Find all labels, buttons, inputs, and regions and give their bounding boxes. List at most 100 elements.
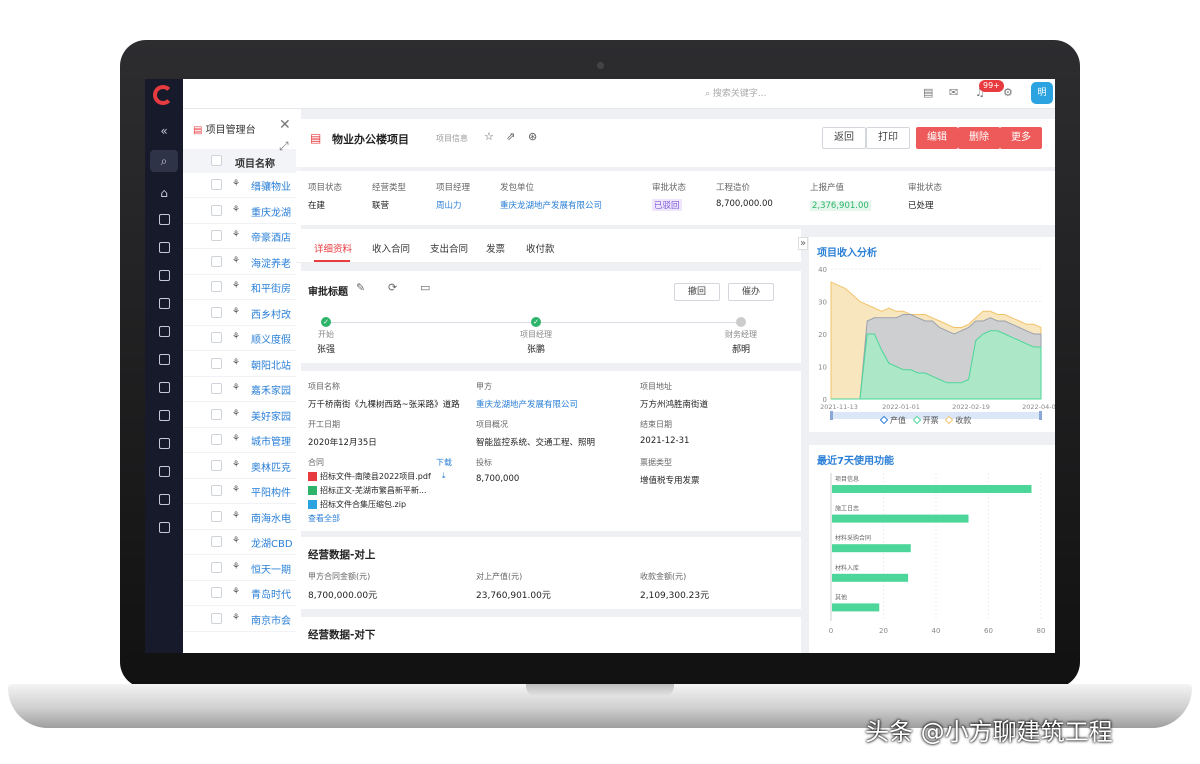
- row-checkbox[interactable]: [211, 408, 222, 420]
- download-icon[interactable]: ⤓: [442, 471, 446, 481]
- table-row[interactable]: ⚘ 南京市会: [183, 607, 301, 632]
- row-checkbox[interactable]: [211, 332, 222, 343]
- table-row[interactable]: ⚘ 顺义度假: [183, 326, 301, 351]
- withdraw-button[interactable]: 撤回: [674, 283, 720, 301]
- file-item[interactable]: 招标文件-南陵县2022项目.pdf: [308, 471, 431, 482]
- table-row[interactable]: ⚘ 美好家园: [183, 403, 301, 428]
- project-name-link[interactable]: 重庆龙湖: [251, 204, 291, 219]
- module-icon[interactable]: [155, 437, 173, 453]
- table-row[interactable]: ⚘ 恒天一期: [183, 556, 301, 581]
- star-icon[interactable]: ☆: [484, 130, 494, 143]
- search-input[interactable]: ⌕ 搜索关键字...: [705, 86, 767, 99]
- module-icon[interactable]: [155, 297, 173, 313]
- collapse-icon[interactable]: «: [155, 123, 173, 139]
- download-link[interactable]: 下载: [436, 457, 452, 468]
- project-name-link[interactable]: 帝豪酒店: [251, 229, 291, 244]
- table-row[interactable]: ⚘ 朝阳北站: [183, 352, 301, 377]
- module-icon[interactable]: [155, 325, 173, 341]
- project-name-link[interactable]: 平阳构件: [251, 484, 291, 499]
- module-icon[interactable]: [155, 465, 173, 481]
- row-checkbox[interactable]: [211, 612, 222, 624]
- edit-icon[interactable]: ✎: [356, 281, 365, 294]
- module-icon[interactable]: [155, 409, 173, 425]
- row-checkbox[interactable]: [211, 459, 222, 471]
- table-row[interactable]: ⚘ 南海水电: [183, 505, 301, 530]
- module-icon[interactable]: [155, 241, 173, 257]
- project-name-link[interactable]: 奥林匹克: [251, 459, 291, 474]
- project-name-link[interactable]: 海淀养老: [251, 255, 291, 270]
- table-row[interactable]: ⚘ 西乡村改: [183, 301, 301, 326]
- expand-icon[interactable]: ⤢: [279, 139, 289, 154]
- table-row[interactable]: ⚘ 平阳构件: [183, 479, 301, 504]
- home-icon[interactable]: ⌂: [155, 185, 173, 201]
- select-all-checkbox[interactable]: [211, 155, 222, 166]
- module-icon[interactable]: [155, 353, 173, 369]
- tab-invoice[interactable]: 发票: [486, 241, 505, 255]
- flow-icon[interactable]: ⟳: [388, 281, 397, 294]
- module-icon[interactable]: [155, 381, 173, 397]
- table-row[interactable]: ⚘ 帝豪酒店: [183, 224, 301, 249]
- share-icon[interactable]: ⇗: [506, 130, 515, 143]
- row-checkbox[interactable]: [211, 485, 222, 496]
- tab-income-contract[interactable]: 收入合同: [372, 241, 410, 255]
- row-checkbox[interactable]: [211, 383, 222, 394]
- field-value[interactable]: 重庆龙湖地产发展有限公司: [476, 398, 578, 410]
- project-name-link[interactable]: 美好家园: [251, 408, 291, 423]
- row-checkbox[interactable]: [211, 281, 222, 292]
- table-row[interactable]: ⚘ 重庆龙湖: [183, 199, 301, 224]
- file-item[interactable]: 招标正文-芜湖市繁昌新平新...: [308, 485, 431, 496]
- row-checkbox[interactable]: [211, 204, 222, 216]
- settings-icon[interactable]: ⊛: [528, 130, 537, 143]
- module-icon[interactable]: [155, 269, 173, 285]
- row-checkbox[interactable]: [211, 179, 222, 190]
- row-checkbox[interactable]: [211, 306, 222, 318]
- tab-payments[interactable]: 收付款: [526, 241, 555, 255]
- row-checkbox[interactable]: [211, 357, 222, 369]
- project-name-link[interactable]: 恒天一期: [251, 561, 291, 576]
- edit-button[interactable]: 编辑: [916, 127, 958, 149]
- comment-icon[interactable]: ▭: [420, 281, 430, 294]
- module-icon[interactable]: [155, 521, 173, 537]
- tab-expense-contract[interactable]: 支出合同: [430, 241, 468, 255]
- project-name-link[interactable]: 缙骧物业: [251, 178, 291, 193]
- table-row[interactable]: ⚘ 缙骧物业: [183, 173, 301, 198]
- row-checkbox[interactable]: [211, 255, 222, 267]
- row-checkbox[interactable]: [211, 510, 222, 522]
- project-name-link[interactable]: 龙湖CBD: [251, 535, 293, 550]
- module-icon[interactable]: [155, 213, 173, 229]
- more-button[interactable]: 更多: [1000, 127, 1042, 149]
- project-name-link[interactable]: 和平街房: [251, 280, 291, 295]
- project-name-link[interactable]: 青岛时代: [251, 586, 291, 601]
- project-name-link[interactable]: 顺义度假: [251, 331, 291, 346]
- print-button[interactable]: 打印: [866, 127, 910, 149]
- table-row[interactable]: ⚘ 城市管理: [183, 428, 301, 453]
- row-checkbox[interactable]: [211, 561, 222, 573]
- gear-icon[interactable]: ⚙: [1003, 86, 1013, 99]
- table-row[interactable]: ⚘ 嘉禾家园: [183, 377, 301, 402]
- project-name-link[interactable]: 南京市会: [251, 612, 291, 627]
- table-row[interactable]: ⚘ 青岛时代: [183, 581, 301, 606]
- project-name-link[interactable]: 南海水电: [251, 510, 291, 525]
- row-checkbox[interactable]: [211, 587, 222, 598]
- search-icon[interactable]: ⌕: [155, 153, 173, 169]
- row-checkbox[interactable]: [211, 434, 222, 445]
- module-icon[interactable]: [155, 493, 173, 509]
- urge-button[interactable]: 催办: [728, 283, 774, 301]
- avatar[interactable]: 明: [1031, 82, 1053, 104]
- collapse-panel-icon[interactable]: »: [798, 237, 809, 250]
- view-all-link[interactable]: 查看全部: [308, 513, 431, 524]
- row-checkbox[interactable]: [211, 230, 222, 241]
- row-checkbox[interactable]: [211, 536, 222, 547]
- document-icon[interactable]: ▤: [923, 86, 933, 99]
- info-value[interactable]: 周山力: [436, 199, 470, 211]
- table-row[interactable]: ⚘ 海淀养老: [183, 250, 301, 275]
- tab-details[interactable]: 详细资料: [314, 241, 352, 255]
- back-button[interactable]: 返回: [822, 127, 866, 149]
- project-name-link[interactable]: 城市管理: [251, 433, 291, 448]
- project-name-link[interactable]: 西乡村改: [251, 306, 291, 321]
- delete-button[interactable]: 删除: [958, 127, 1000, 149]
- project-name-link[interactable]: 嘉禾家园: [251, 382, 291, 397]
- table-row[interactable]: ⚘ 奥林匹克: [183, 454, 301, 479]
- chat-icon[interactable]: ✉: [949, 86, 958, 99]
- project-name-link[interactable]: 朝阳北站: [251, 357, 291, 372]
